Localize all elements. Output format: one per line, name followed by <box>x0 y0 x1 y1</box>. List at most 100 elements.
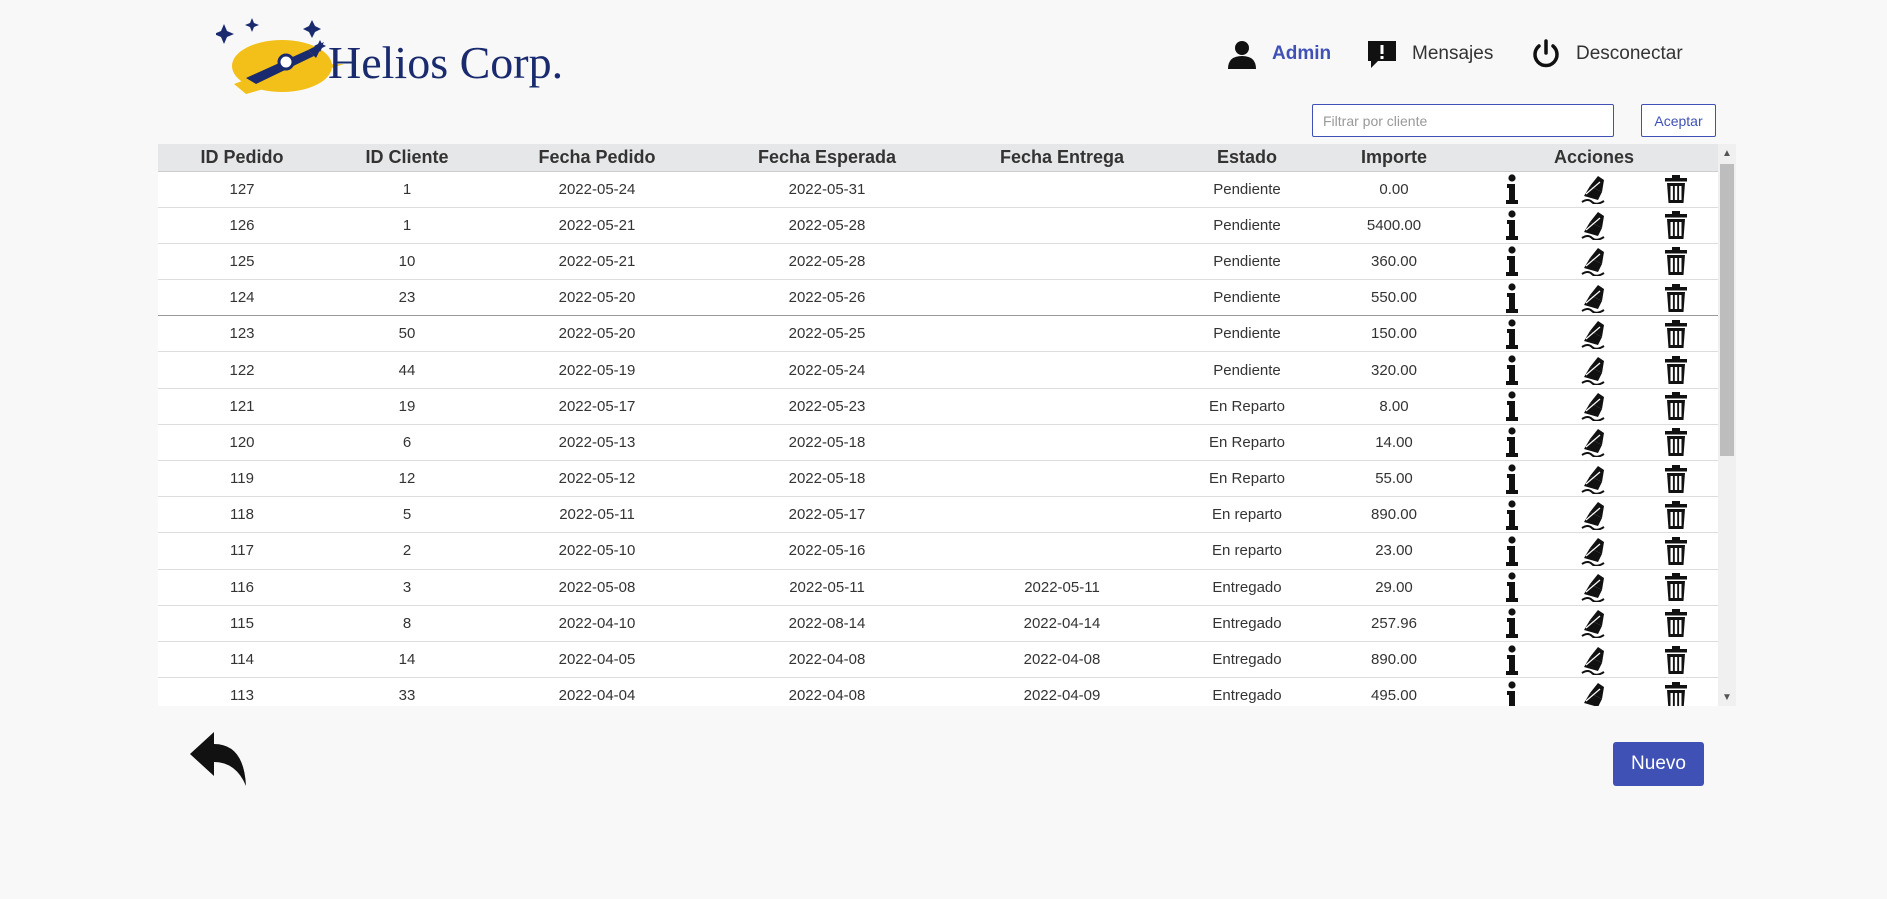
edit-signature-icon[interactable] <box>1578 644 1610 676</box>
trash-icon[interactable] <box>1660 571 1692 603</box>
trash-icon[interactable] <box>1660 499 1692 531</box>
table-row[interactable]: 122 44 2022-05-19 2022-05-24 Pendiente 320.00 <box>158 351 1719 389</box>
client-filter-input[interactable] <box>1312 104 1614 137</box>
table-row[interactable]: 124 23 2022-05-20 2022-05-26 Pendiente 550.00 <box>158 279 1719 317</box>
back-button[interactable] <box>188 728 250 790</box>
table-row[interactable]: 116 3 2022-05-08 2022-05-11 2022-05-11 Entreg… <box>158 569 1719 606</box>
edit-signature-icon[interactable] <box>1578 607 1610 639</box>
cell-order-id: 114 <box>158 641 326 679</box>
info-icon[interactable] <box>1496 390 1528 422</box>
table-row[interactable]: 126 1 2022-05-21 2022-05-28 Pendiente 5400.00 <box>158 207 1719 244</box>
table-row[interactable]: 123 50 2022-05-20 2022-05-25 Pendiente 150.00 <box>158 315 1719 353</box>
cell-client-id: 23 <box>326 279 488 317</box>
edit-signature-icon[interactable] <box>1578 571 1610 603</box>
table-row[interactable]: 119 12 2022-05-12 2022-05-18 En Reparto 55.00 <box>158 460 1719 498</box>
edit-signature-icon[interactable] <box>1578 463 1610 495</box>
cell-order-date: 2022-05-20 <box>488 315 706 353</box>
cell-order-date: 2022-05-21 <box>488 243 706 281</box>
nav-messages[interactable]: Mensajes <box>1366 38 1493 70</box>
cell-expected-date: 2022-05-28 <box>706 207 948 244</box>
nav-admin[interactable]: Admin <box>1226 38 1331 70</box>
cell-order-id: 124 <box>158 279 326 317</box>
info-icon[interactable] <box>1496 499 1528 531</box>
scroll-down-arrow-icon[interactable]: ▼ <box>1718 688 1736 706</box>
trash-icon[interactable] <box>1660 426 1692 458</box>
info-icon[interactable] <box>1496 282 1528 314</box>
trash-icon[interactable] <box>1660 680 1692 706</box>
trash-icon[interactable] <box>1660 607 1692 639</box>
cell-action <box>1634 532 1719 570</box>
cell-amount: 29.00 <box>1318 569 1470 606</box>
cell-client-id: 33 <box>326 677 488 706</box>
info-icon[interactable] <box>1496 680 1528 706</box>
cell-amount: 8.00 <box>1318 388 1470 425</box>
cell-client-id: 19 <box>326 388 488 425</box>
cell-status: Entregado <box>1176 641 1318 679</box>
info-icon[interactable] <box>1496 644 1528 676</box>
edit-signature-icon[interactable] <box>1578 318 1610 350</box>
info-icon[interactable] <box>1496 245 1528 277</box>
info-icon[interactable] <box>1496 535 1528 567</box>
trash-icon[interactable] <box>1660 354 1692 386</box>
trash-icon[interactable] <box>1660 209 1692 241</box>
table-row[interactable]: 121 19 2022-05-17 2022-05-23 En Reparto 8.00 <box>158 388 1719 425</box>
edit-signature-icon[interactable] <box>1578 209 1610 241</box>
cell-action <box>1470 532 1554 570</box>
trash-icon[interactable] <box>1660 173 1692 205</box>
cell-delivery-date <box>948 424 1176 462</box>
info-icon[interactable] <box>1496 173 1528 205</box>
new-order-button[interactable]: Nuevo <box>1613 742 1704 786</box>
table-scrollbar[interactable]: ▲ ▼ <box>1718 144 1736 706</box>
nav-logout[interactable]: Desconectar <box>1530 38 1683 70</box>
orders-table-container[interactable]: ID Pedido ID Cliente Fecha Pedido Fecha … <box>158 144 1736 706</box>
info-icon[interactable] <box>1496 607 1528 639</box>
trash-icon[interactable] <box>1660 644 1692 676</box>
info-icon[interactable] <box>1496 209 1528 241</box>
table-row[interactable]: 115 8 2022-04-10 2022-08-14 2022-04-14 Entreg… <box>158 605 1719 642</box>
table-row[interactable]: 127 1 2022-05-24 2022-05-31 Pendiente 0.00 <box>158 171 1719 208</box>
cell-action <box>1554 351 1634 389</box>
cell-status: Pendiente <box>1176 279 1318 317</box>
edit-signature-icon[interactable] <box>1578 535 1610 567</box>
info-icon[interactable] <box>1496 463 1528 495</box>
edit-signature-icon[interactable] <box>1578 354 1610 386</box>
edit-signature-icon[interactable] <box>1578 173 1610 205</box>
edit-signature-icon[interactable] <box>1578 426 1610 458</box>
trash-icon[interactable] <box>1660 390 1692 422</box>
cell-action <box>1634 605 1719 642</box>
scrollbar-thumb[interactable] <box>1720 164 1734 456</box>
cell-action <box>1634 315 1719 353</box>
cell-action <box>1470 424 1554 462</box>
info-icon[interactable] <box>1496 571 1528 603</box>
edit-signature-icon[interactable] <box>1578 282 1610 314</box>
trash-icon[interactable] <box>1660 535 1692 567</box>
table-row[interactable]: 114 14 2022-04-05 2022-04-08 2022-04-08 Entre… <box>158 641 1719 679</box>
edit-signature-icon[interactable] <box>1578 390 1610 422</box>
edit-signature-icon[interactable] <box>1578 680 1610 706</box>
table-row[interactable]: 125 10 2022-05-21 2022-05-28 Pendiente 360.00 <box>158 243 1719 281</box>
trash-icon[interactable] <box>1660 245 1692 277</box>
cell-action <box>1554 424 1634 462</box>
brand-logo[interactable]: Helios Corp. <box>214 14 563 96</box>
accept-filter-button[interactable]: Aceptar <box>1641 104 1716 137</box>
table-row[interactable]: 117 2 2022-05-10 2022-05-16 En reparto 23.00 <box>158 532 1719 570</box>
trash-icon[interactable] <box>1660 318 1692 350</box>
table-header-row: ID Pedido ID Cliente Fecha Pedido Fecha … <box>158 144 1719 172</box>
info-icon[interactable] <box>1496 426 1528 458</box>
table-row[interactable]: 118 5 2022-05-11 2022-05-17 En reparto 890.00 <box>158 496 1719 534</box>
trash-icon[interactable] <box>1660 463 1692 495</box>
cell-action <box>1470 460 1554 498</box>
info-icon[interactable] <box>1496 318 1528 350</box>
edit-signature-icon[interactable] <box>1578 499 1610 531</box>
cell-delivery-date <box>948 279 1176 317</box>
table-row[interactable]: 113 33 2022-04-04 2022-04-08 2022-04-09 Entre… <box>158 677 1719 706</box>
cell-status: En reparto <box>1176 532 1318 570</box>
trash-icon[interactable] <box>1660 282 1692 314</box>
info-icon[interactable] <box>1496 354 1528 386</box>
edit-signature-icon[interactable] <box>1578 245 1610 277</box>
nav-admin-label: Admin <box>1272 43 1332 64</box>
table-row[interactable]: 120 6 2022-05-13 2022-05-18 En Reparto 14.00 <box>158 424 1719 462</box>
scroll-up-arrow-icon[interactable]: ▲ <box>1718 144 1736 162</box>
cell-action <box>1634 496 1719 534</box>
cell-amount: 55.00 <box>1318 460 1470 498</box>
